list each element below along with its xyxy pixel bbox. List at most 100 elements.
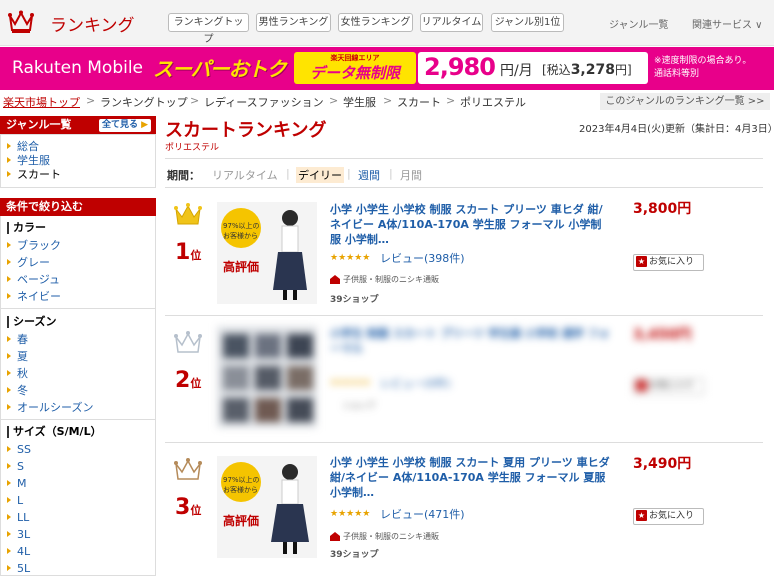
genre-school-uniform[interactable]: 学生服 — [7, 154, 50, 168]
breadcrumb-ladies[interactable]: レディースファッション — [204, 94, 324, 110]
data-unlimited-box: 楽天回線エリア データ無制限 — [294, 52, 416, 84]
season-autumn[interactable]: 秋 — [7, 367, 28, 381]
swatch — [287, 334, 313, 358]
size-ll[interactable]: LL — [7, 511, 29, 525]
model-girl-image — [273, 210, 307, 300]
product-title[interactable]: 小学生 制服 スカート プリーツ 学生服 小学校 通学 フォーマル — [330, 326, 610, 356]
review-link[interactable]: レビュー(0件) — [380, 375, 451, 391]
color-beige[interactable]: ベージュ — [7, 273, 60, 287]
product-title[interactable]: 小学 小学生 小学校 制服 スカート 夏用 プリーツ 車ヒダ 紺/ネイビー A体… — [330, 455, 610, 500]
breadcrumb-sep: > — [329, 94, 339, 107]
breadcrumb-polyester: ポリエステル — [460, 96, 526, 109]
nav-realtime[interactable]: リアルタイム — [420, 13, 483, 32]
divider — [1, 419, 155, 420]
season-winter[interactable]: 冬 — [7, 384, 28, 398]
star-rating: ★★★★★ — [330, 509, 371, 519]
tax-label: [税込 — [542, 63, 571, 77]
rakuten-mobile-banner[interactable]: Rakuten Mobile スーパーおトク 楽天回線エリア データ無制限 2,… — [0, 47, 774, 90]
swatch — [255, 334, 281, 358]
points-badge: 39ショップ — [330, 295, 379, 305]
banner-price-tax: [税込3,278円] — [542, 61, 632, 78]
banner-promo: スーパーおトク — [153, 57, 287, 81]
swatch — [255, 366, 281, 390]
size-4l[interactable]: 4L — [7, 545, 30, 559]
period-monthly[interactable]: 月間 — [400, 167, 422, 183]
nav-women-ranking[interactable]: 女性ランキング — [338, 13, 413, 32]
period-weekly[interactable]: 週間 — [358, 167, 380, 183]
rank-suffix: 位 — [190, 504, 202, 517]
shop-name[interactable]: 子供服・制服のニシキ通販 — [343, 531, 439, 542]
rank-value: 2 — [175, 368, 191, 393]
star-rating: ★★★★★ — [330, 378, 371, 388]
nav-men-ranking[interactable]: 男性ランキング — [256, 13, 331, 32]
product-image[interactable]: 97%以上の お客様から 高評価 — [217, 456, 317, 558]
swatch — [287, 366, 313, 390]
genre-list-heading: ジャンル一覧 全て見る ▶ — [0, 116, 156, 134]
favorite-button[interactable]: お気に入り — [633, 254, 704, 271]
genre-all[interactable]: 総合 — [7, 140, 39, 154]
favorite-button[interactable]: お気に入り — [633, 378, 704, 395]
price-box: 2,980 円/月 [税込3,278円] — [418, 52, 648, 84]
season-spring[interactable]: 春 — [7, 333, 28, 347]
review-link[interactable]: レビュー(471件) — [380, 506, 465, 522]
period-selector: 期間： リアルタイム | デイリー | 週間 | 月間 — [165, 158, 763, 188]
size-s[interactable]: S — [7, 460, 24, 474]
tax-unit: 円] — [614, 63, 632, 77]
tax-value: 3,278 — [570, 62, 615, 78]
site-title[interactable]: ランキング — [50, 11, 135, 36]
size-l[interactable]: L — [7, 494, 23, 508]
product-image[interactable]: 97%以上の お客様から 高評価 — [217, 202, 317, 304]
rank-number: 2位 — [175, 368, 201, 393]
filter-box: カラー ブラック グレー ベージュ ネイビー シーズン 春 夏 秋 冬 オールシ… — [0, 216, 156, 576]
data-unlimited-text: データ無制限 — [309, 64, 400, 82]
color-navy[interactable]: ネイビー — [7, 290, 61, 304]
size-5l[interactable]: 5L — [7, 562, 30, 576]
breadcrumb-sep: > — [86, 94, 96, 107]
breadcrumb-sep: > — [446, 94, 456, 107]
period-daily[interactable]: デイリー — [296, 167, 344, 183]
ranking-item: 2位 小学生 制服 スカート プリーツ 学生服 小学校 通学 フォーマル ★★★… — [165, 316, 763, 443]
thumb-text: お客様から — [223, 232, 258, 240]
ranking-item: 3位 97%以上の お客様から 高評価 小学 小学生 小学校 制服 スカート 夏… — [165, 443, 763, 575]
breadcrumb-school-uniform[interactable]: 学生服 — [343, 94, 376, 110]
genre-list-link[interactable]: ジャンル一覧 — [609, 16, 669, 31]
breadcrumb-ranking-top[interactable]: ランキングトップ — [100, 94, 188, 110]
breadcrumb-skirt[interactable]: スカート — [397, 94, 441, 110]
divider — [1, 308, 155, 309]
period-sep: | — [389, 167, 393, 180]
genre-skirt[interactable]: スカート — [7, 168, 61, 182]
bronze-crown-icon — [174, 458, 202, 480]
season-summer[interactable]: 夏 — [7, 350, 28, 364]
size-3l[interactable]: 3L — [7, 528, 30, 542]
period-realtime[interactable]: リアルタイム — [212, 167, 278, 183]
shop-name[interactable]: ショップ — [343, 400, 375, 411]
see-all-button[interactable]: 全て見る ▶ — [99, 119, 151, 132]
rank-suffix: 位 — [190, 249, 202, 262]
nav-genre-first[interactable]: ジャンル別1位 — [491, 13, 564, 32]
shop-icon — [330, 275, 340, 284]
swatch — [287, 398, 313, 422]
genre-ranking-list-link[interactable]: このジャンルのランキング一覧 >> — [600, 93, 770, 110]
shop-name[interactable]: 子供服・制服のニシキ通販 — [343, 274, 439, 285]
crown-logo-icon[interactable] — [8, 10, 34, 34]
review-link[interactable]: レビュー(398件) — [380, 250, 465, 266]
banner-price: 2,980 — [424, 53, 496, 81]
rank-suffix: 位 — [190, 377, 202, 390]
model-girl-image — [271, 464, 309, 554]
size-ss[interactable]: SS — [7, 443, 31, 457]
product-image[interactable] — [217, 326, 317, 428]
breadcrumb-rakuten-top[interactable]: 楽天市場トップ — [3, 94, 80, 110]
product-title[interactable]: 小学 小学生 小学校 制服 スカート プリーツ 車ヒダ 紺/ネイビー A体/11… — [330, 202, 610, 247]
season-all[interactable]: オールシーズン — [7, 401, 93, 415]
related-services-dropdown[interactable]: 関連サービス ∨ — [692, 16, 763, 31]
see-all-label: 全て見る — [101, 120, 138, 130]
color-black[interactable]: ブラック — [7, 239, 61, 253]
rank-value: 3 — [175, 495, 191, 520]
size-m[interactable]: M — [7, 477, 27, 491]
favorite-button[interactable]: お気に入り — [633, 508, 704, 525]
rank-number: 1位 — [175, 240, 201, 265]
nav-ranking-top[interactable]: ランキングトップ — [168, 13, 249, 45]
color-gray[interactable]: グレー — [7, 256, 50, 270]
product-price: 3,800円 — [633, 201, 692, 217]
thumb-text: 97%以上の — [223, 222, 260, 230]
